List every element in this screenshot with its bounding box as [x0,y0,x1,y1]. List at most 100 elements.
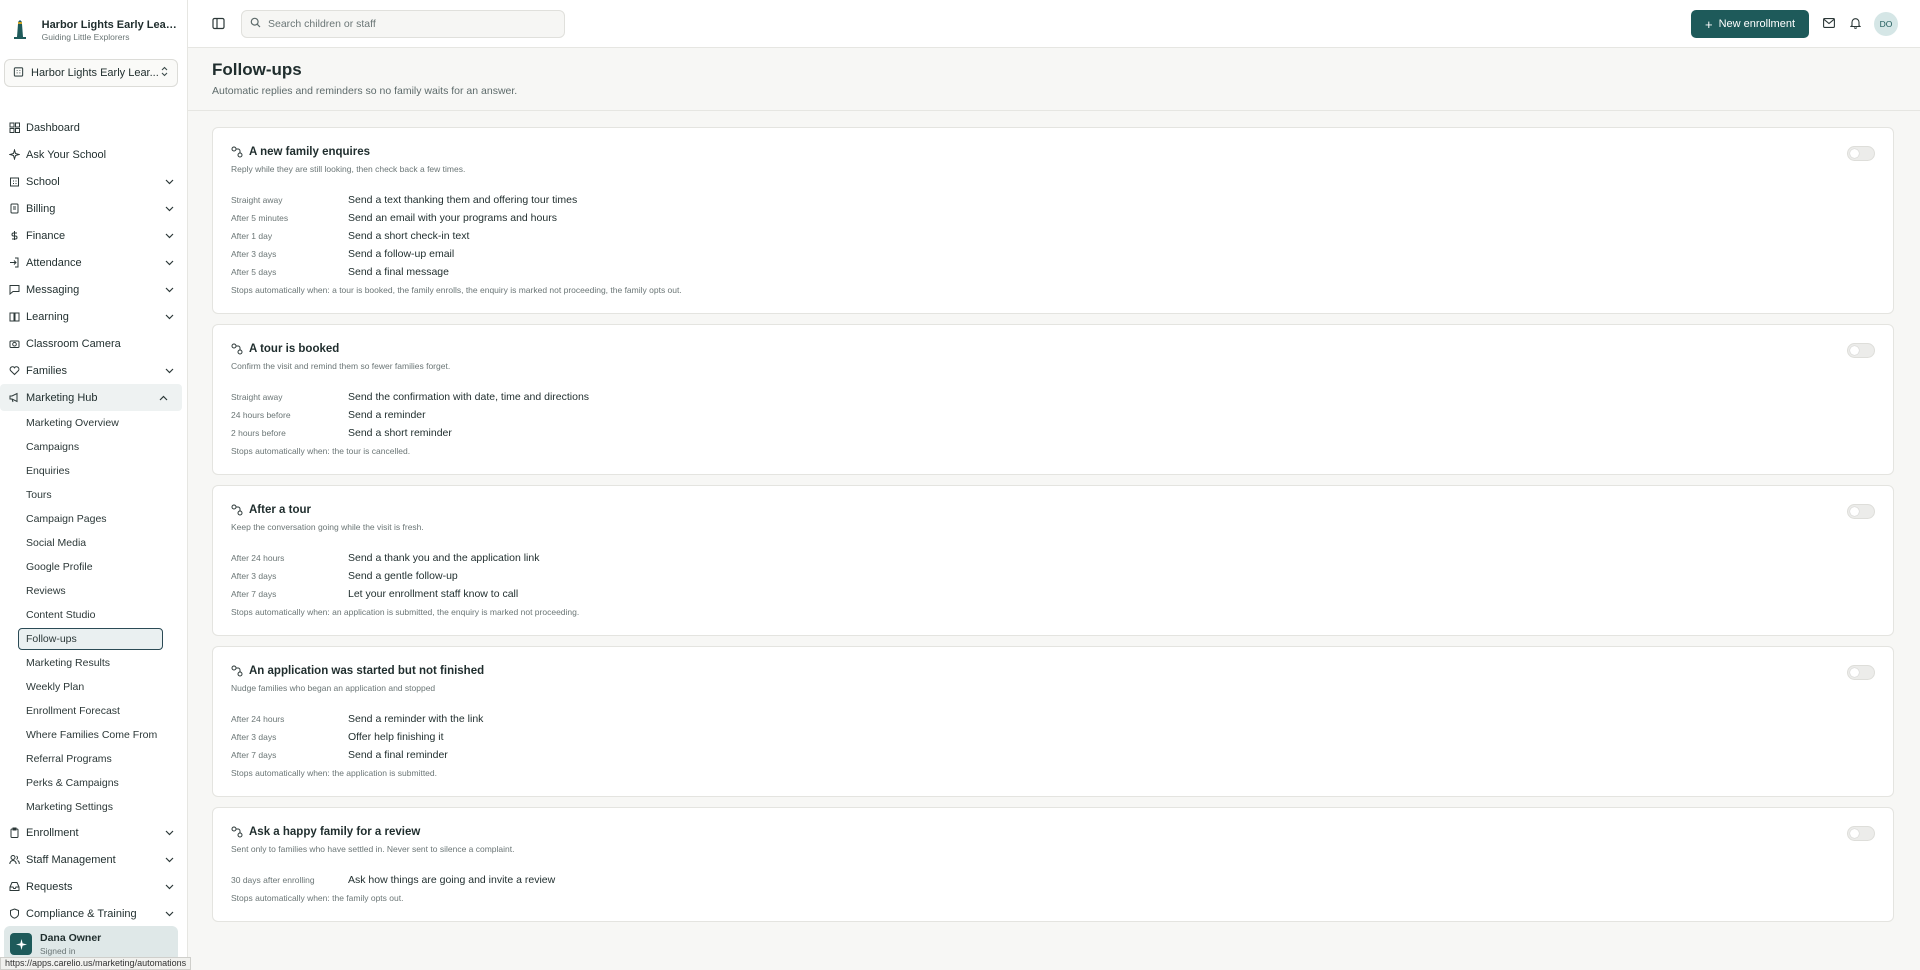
step-timing: 24 hours before [231,410,291,420]
step-action: Ask how things are going and invite a re… [348,874,556,886]
automation-step: Straight away Send the confirmation with … [231,388,1875,406]
sidebar-toggle-icon[interactable] [212,17,225,30]
search-box[interactable] [241,10,565,38]
brand[interactable]: Harbor Lights Early Learn... Guiding Lit… [0,0,187,48]
login-icon [8,257,20,269]
step-action: Send a text thanking them and offering t… [348,194,578,206]
sidebar-item-label: Families [26,364,67,377]
automation-step: 2 hours before Send a short reminder [231,424,1875,442]
step-timing: After 3 days [231,732,277,742]
new-enrollment-button[interactable]: + New enrollment [1691,10,1809,38]
automation-stop-conditions: Stops automatically when: the applicatio… [231,768,438,778]
sidebar-item-families[interactable]: Families [0,357,187,384]
sidebar-item-label: Attendance [26,256,82,269]
automation-title: A tour is booked [249,343,340,355]
marketing-submenu: Marketing Overview Campaigns Enquiries T… [0,411,187,819]
building-icon [8,176,20,188]
sidebar-item-attendance[interactable]: Attendance [0,249,187,276]
sidebar-item-classroom-camera[interactable]: Classroom Camera [0,330,187,357]
submenu-item-campaign-pages[interactable]: Campaign Pages [26,507,187,531]
sidebar-item-messaging[interactable]: Messaging [0,276,187,303]
chevron-down-icon [164,882,174,892]
toggle-knob [1850,829,1859,838]
automation-step: After 3 days Send a gentle follow-up [231,567,1875,585]
book-icon [8,311,20,323]
sidebar-item-enrollment[interactable]: Enrollment [0,819,187,846]
automation-step: After 24 hours Send a thank you and the a… [231,549,1875,567]
chevron-down-icon [164,177,174,187]
chevron-down-icon [164,231,174,241]
automation-steps: 30 days after enrolling Ask how things ar… [231,871,1875,889]
submenu-item-content-studio[interactable]: Content Studio [26,603,187,627]
submenu-item-marketing-overview[interactable]: Marketing Overview [26,411,187,435]
bell-icon[interactable] [1848,16,1862,30]
submenu-item-social-media[interactable]: Social Media [26,531,187,555]
submenu-item-where-families-come-from[interactable]: Where Families Come From [26,723,187,747]
automation-card: An application was started but not finis… [212,646,1894,797]
step-action: Offer help finishing it [348,731,444,743]
school-switcher[interactable]: Harbor Lights Early Lear... [4,59,178,87]
step-timing: After 7 days [231,750,277,760]
submenu-item-weekly-plan[interactable]: Weekly Plan [26,675,187,699]
sidebar-item-school[interactable]: School [0,168,187,195]
submenu-item-marketing-results[interactable]: Marketing Results [26,651,187,675]
submenu-item-perks-campaigns[interactable]: Perks & Campaigns [26,771,187,795]
sidebar-item-label: Ask Your School [26,148,107,161]
users-icon [8,854,20,866]
automation-step: Straight away Send a text thanking them a… [231,191,1875,209]
mail-icon[interactable] [1822,16,1836,30]
sidebar-item-compliance-training[interactable]: Compliance & Training [0,900,187,927]
submenu-item-campaigns[interactable]: Campaigns [26,435,187,459]
grid-icon [8,122,20,134]
workflow-icon [231,665,243,677]
sidebar-item-staff-management[interactable]: Staff Management [0,846,187,873]
step-timing: After 7 days [231,589,277,599]
sidebar-item-dashboard[interactable]: Dashboard [0,114,187,141]
user-avatar-button[interactable]: DO [1874,12,1898,36]
user-avatar [10,933,32,955]
sidebar-item-ask-your-school[interactable]: Ask Your School [0,141,187,168]
automation-step: After 3 days Offer help finishing it [231,728,1875,746]
submenu-item-google-profile[interactable]: Google Profile [26,555,187,579]
step-timing: 2 hours before [231,428,286,438]
automation-toggle[interactable] [1847,504,1875,519]
submenu-item-enquiries[interactable]: Enquiries [26,459,187,483]
sidebar-item-marketing-hub[interactable]: Marketing Hub [0,384,182,411]
automation-steps: Straight away Send the confirmation with … [231,388,1875,442]
automation-toggle[interactable] [1847,146,1875,161]
step-timing: After 24 hours [231,714,285,724]
submenu-item-tours[interactable]: Tours [26,483,187,507]
lighthouse-logo-icon [10,18,30,42]
automation-toggle[interactable] [1847,665,1875,680]
submenu-item-marketing-settings[interactable]: Marketing Settings [26,795,187,819]
submenu-item-reviews[interactable]: Reviews [26,579,187,603]
submenu-item-referral-programs[interactable]: Referral Programs [26,747,187,771]
brand-name: Harbor Lights Early Learn... [41,18,177,31]
step-timing: Straight away [231,195,283,205]
submenu-item-enrollment-forecast[interactable]: Enrollment Forecast [26,699,187,723]
automation-description: Keep the conversation going while the vi… [231,522,424,532]
step-timing: After 3 days [231,571,277,581]
clipboard-icon [8,827,20,839]
user-status: Signed in [40,946,76,956]
automation-title: A new family enquires [249,146,370,158]
step-timing: 30 days after enrolling [231,875,315,885]
automation-steps: Straight away Send a text thanking them a… [231,191,1875,281]
automation-description: Reply while they are still looking, then… [231,164,466,174]
sidebar-item-learning[interactable]: Learning [0,303,187,330]
sidebar-item-label: Staff Management [26,853,116,866]
sidebar-item-requests[interactable]: Requests [0,873,187,900]
step-action: Send a final message [348,266,449,278]
megaphone-icon [8,392,20,404]
automation-description: Nudge families who began an application … [231,683,436,693]
search-input[interactable] [268,18,538,30]
sidebar-item-finance[interactable]: Finance [0,222,187,249]
step-action: Send an email with your programs and hou… [348,212,557,224]
automation-toggle[interactable] [1847,343,1875,358]
sidebar: Harbor Lights Early Learn... Guiding Lit… [0,0,188,970]
step-action: Let your enrollment staff know to call [348,588,519,600]
submenu-item-follow-ups[interactable]: Follow-ups [18,628,163,650]
sidebar-item-billing[interactable]: Billing [0,195,187,222]
toggle-knob [1850,149,1859,158]
automation-toggle[interactable] [1847,826,1875,841]
